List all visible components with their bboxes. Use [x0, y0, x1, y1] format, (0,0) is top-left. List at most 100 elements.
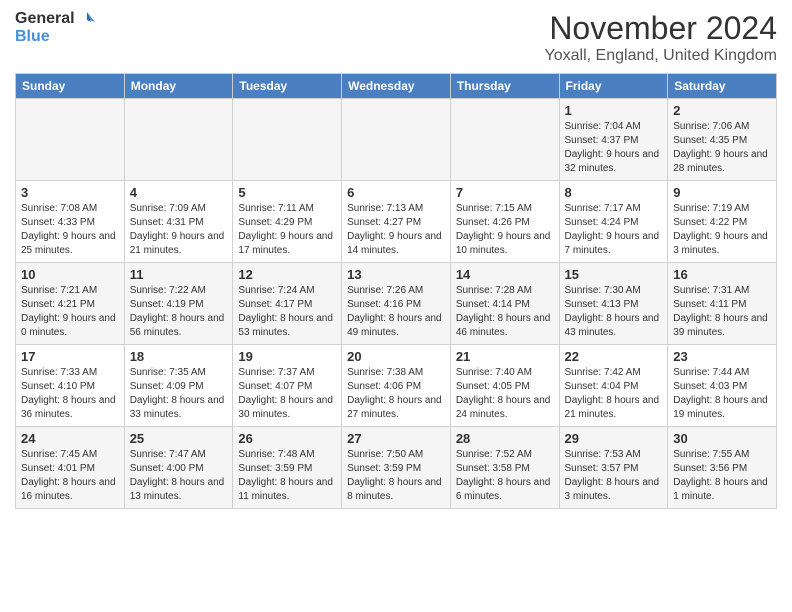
calendar-cell: 10 Sunrise: 7:21 AM Sunset: 4:21 PM Dayli…: [16, 263, 125, 345]
day-number: 18: [130, 349, 228, 364]
day-info: Sunrise: 7:45 AM Sunset: 4:01 PM Dayligh…: [21, 448, 119, 504]
week-row-2: 3 Sunrise: 7:08 AM Sunset: 4:33 PM Daylig…: [16, 181, 777, 263]
day-info: Sunrise: 7:17 AM Sunset: 4:24 PM Dayligh…: [565, 202, 663, 258]
day-number: 20: [347, 349, 445, 364]
day-info: Sunrise: 7:08 AM Sunset: 4:33 PM Dayligh…: [21, 202, 119, 258]
title-area: November 2024 Yoxall, England, United Ki…: [545, 10, 777, 65]
calendar-cell: 27 Sunrise: 7:50 AM Sunset: 3:59 PM Dayli…: [342, 427, 451, 509]
calendar-cell: 15 Sunrise: 7:30 AM Sunset: 4:13 PM Dayli…: [559, 263, 668, 345]
day-number: 3: [21, 185, 119, 200]
calendar-cell: 18 Sunrise: 7:35 AM Sunset: 4:09 PM Dayli…: [124, 345, 233, 427]
day-number: 27: [347, 431, 445, 446]
calendar-cell: 25 Sunrise: 7:47 AM Sunset: 4:00 PM Dayli…: [124, 427, 233, 509]
day-info: Sunrise: 7:28 AM Sunset: 4:14 PM Dayligh…: [456, 284, 554, 340]
day-info: Sunrise: 7:35 AM Sunset: 4:09 PM Dayligh…: [130, 366, 228, 422]
day-info: Sunrise: 7:09 AM Sunset: 4:31 PM Dayligh…: [130, 202, 228, 258]
calendar-cell: [450, 99, 559, 181]
calendar-cell: 7 Sunrise: 7:15 AM Sunset: 4:26 PM Daylig…: [450, 181, 559, 263]
calendar-cell: 26 Sunrise: 7:48 AM Sunset: 3:59 PM Dayli…: [233, 427, 342, 509]
calendar-cell: [124, 99, 233, 181]
calendar-cell: 4 Sunrise: 7:09 AM Sunset: 4:31 PM Daylig…: [124, 181, 233, 263]
calendar-cell: 12 Sunrise: 7:24 AM Sunset: 4:17 PM Dayli…: [233, 263, 342, 345]
calendar-cell: 28 Sunrise: 7:52 AM Sunset: 3:58 PM Dayli…: [450, 427, 559, 509]
day-number: 9: [673, 185, 771, 200]
day-info: Sunrise: 7:06 AM Sunset: 4:35 PM Dayligh…: [673, 120, 771, 176]
calendar-cell: 22Sunrise: 7:42 AM Sunset: 4:04 PM Dayli…: [559, 345, 668, 427]
calendar-cell: 6 Sunrise: 7:13 AM Sunset: 4:27 PM Daylig…: [342, 181, 451, 263]
day-info: Sunrise: 7:50 AM Sunset: 3:59 PM Dayligh…: [347, 448, 445, 504]
calendar-cell: 5 Sunrise: 7:11 AM Sunset: 4:29 PM Daylig…: [233, 181, 342, 263]
calendar-cell: 2Sunrise: 7:06 AM Sunset: 4:35 PM Daylig…: [668, 99, 777, 181]
calendar-cell: 20 Sunrise: 7:38 AM Sunset: 4:06 PM Dayli…: [342, 345, 451, 427]
day-info: Sunrise: 7:13 AM Sunset: 4:27 PM Dayligh…: [347, 202, 445, 258]
logo-text: General Blue: [15, 10, 97, 46]
day-info: Sunrise: 7:38 AM Sunset: 4:06 PM Dayligh…: [347, 366, 445, 422]
header-monday: Monday: [124, 74, 233, 99]
day-info: Sunrise: 7:55 AM Sunset: 3:56 PM Dayligh…: [673, 448, 771, 504]
calendar-table: SundayMondayTuesdayWednesdayThursdayFrid…: [15, 73, 777, 509]
day-number: 16: [673, 267, 771, 282]
calendar-cell: 23Sunrise: 7:44 AM Sunset: 4:03 PM Dayli…: [668, 345, 777, 427]
day-number: 28: [456, 431, 554, 446]
week-row-5: 24 Sunrise: 7:45 AM Sunset: 4:01 PM Dayli…: [16, 427, 777, 509]
header-saturday: Saturday: [668, 74, 777, 99]
day-number: 10: [21, 267, 119, 282]
day-number: 19: [238, 349, 336, 364]
header-wednesday: Wednesday: [342, 74, 451, 99]
day-info: Sunrise: 7:11 AM Sunset: 4:29 PM Dayligh…: [238, 202, 336, 258]
day-number: 6: [347, 185, 445, 200]
calendar-cell: 17Sunrise: 7:33 AM Sunset: 4:10 PM Dayli…: [16, 345, 125, 427]
calendar-cell: 9 Sunrise: 7:19 AM Sunset: 4:22 PM Daylig…: [668, 181, 777, 263]
day-number: 30: [673, 431, 771, 446]
day-number: 8: [565, 185, 663, 200]
day-number: 23: [673, 349, 771, 364]
day-number: 25: [130, 431, 228, 446]
day-number: 29: [565, 431, 663, 446]
header-tuesday: Tuesday: [233, 74, 342, 99]
header-sunday: Sunday: [16, 74, 125, 99]
calendar-cell: 8 Sunrise: 7:17 AM Sunset: 4:24 PM Daylig…: [559, 181, 668, 263]
day-number: 22: [565, 349, 663, 364]
logo: General Blue: [15, 10, 97, 46]
calendar-cell: 14Sunrise: 7:28 AM Sunset: 4:14 PM Dayli…: [450, 263, 559, 345]
day-info: Sunrise: 7:04 AM Sunset: 4:37 PM Dayligh…: [565, 120, 663, 176]
day-info: Sunrise: 7:52 AM Sunset: 3:58 PM Dayligh…: [456, 448, 554, 504]
day-info: Sunrise: 7:21 AM Sunset: 4:21 PM Dayligh…: [21, 284, 119, 340]
day-number: 5: [238, 185, 336, 200]
day-info: Sunrise: 7:48 AM Sunset: 3:59 PM Dayligh…: [238, 448, 336, 504]
day-info: Sunrise: 7:47 AM Sunset: 4:00 PM Dayligh…: [130, 448, 228, 504]
calendar-cell: 16 Sunrise: 7:31 AM Sunset: 4:11 PM Dayli…: [668, 263, 777, 345]
day-number: 12: [238, 267, 336, 282]
week-row-4: 17Sunrise: 7:33 AM Sunset: 4:10 PM Dayli…: [16, 345, 777, 427]
day-number: 24: [21, 431, 119, 446]
month-title: November 2024: [545, 10, 777, 47]
day-number: 13: [347, 267, 445, 282]
day-info: Sunrise: 7:24 AM Sunset: 4:17 PM Dayligh…: [238, 284, 336, 340]
day-number: 15: [565, 267, 663, 282]
day-info: Sunrise: 7:26 AM Sunset: 4:16 PM Dayligh…: [347, 284, 445, 340]
calendar-cell: [16, 99, 125, 181]
day-info: Sunrise: 7:15 AM Sunset: 4:26 PM Dayligh…: [456, 202, 554, 258]
day-number: 4: [130, 185, 228, 200]
calendar-cell: 19Sunrise: 7:37 AM Sunset: 4:07 PM Dayli…: [233, 345, 342, 427]
day-info: Sunrise: 7:19 AM Sunset: 4:22 PM Dayligh…: [673, 202, 771, 258]
day-number: 26: [238, 431, 336, 446]
day-info: Sunrise: 7:33 AM Sunset: 4:10 PM Dayligh…: [21, 366, 119, 422]
day-info: Sunrise: 7:40 AM Sunset: 4:05 PM Dayligh…: [456, 366, 554, 422]
week-row-3: 10 Sunrise: 7:21 AM Sunset: 4:21 PM Dayli…: [16, 263, 777, 345]
day-number: 21: [456, 349, 554, 364]
calendar-header-row: SundayMondayTuesdayWednesdayThursdayFrid…: [16, 74, 777, 99]
day-info: Sunrise: 7:53 AM Sunset: 3:57 PM Dayligh…: [565, 448, 663, 504]
header-thursday: Thursday: [450, 74, 559, 99]
day-info: Sunrise: 7:31 AM Sunset: 4:11 PM Dayligh…: [673, 284, 771, 340]
calendar-cell: 13 Sunrise: 7:26 AM Sunset: 4:16 PM Dayli…: [342, 263, 451, 345]
day-number: 7: [456, 185, 554, 200]
page-header: General Blue November 2024 Yoxall, Engla…: [15, 10, 777, 65]
calendar-cell: 11Sunrise: 7:22 AM Sunset: 4:19 PM Dayli…: [124, 263, 233, 345]
day-number: 11: [130, 267, 228, 282]
header-friday: Friday: [559, 74, 668, 99]
day-info: Sunrise: 7:30 AM Sunset: 4:13 PM Dayligh…: [565, 284, 663, 340]
calendar-cell: [233, 99, 342, 181]
calendar-cell: 1Sunrise: 7:04 AM Sunset: 4:37 PM Daylig…: [559, 99, 668, 181]
calendar-cell: [342, 99, 451, 181]
